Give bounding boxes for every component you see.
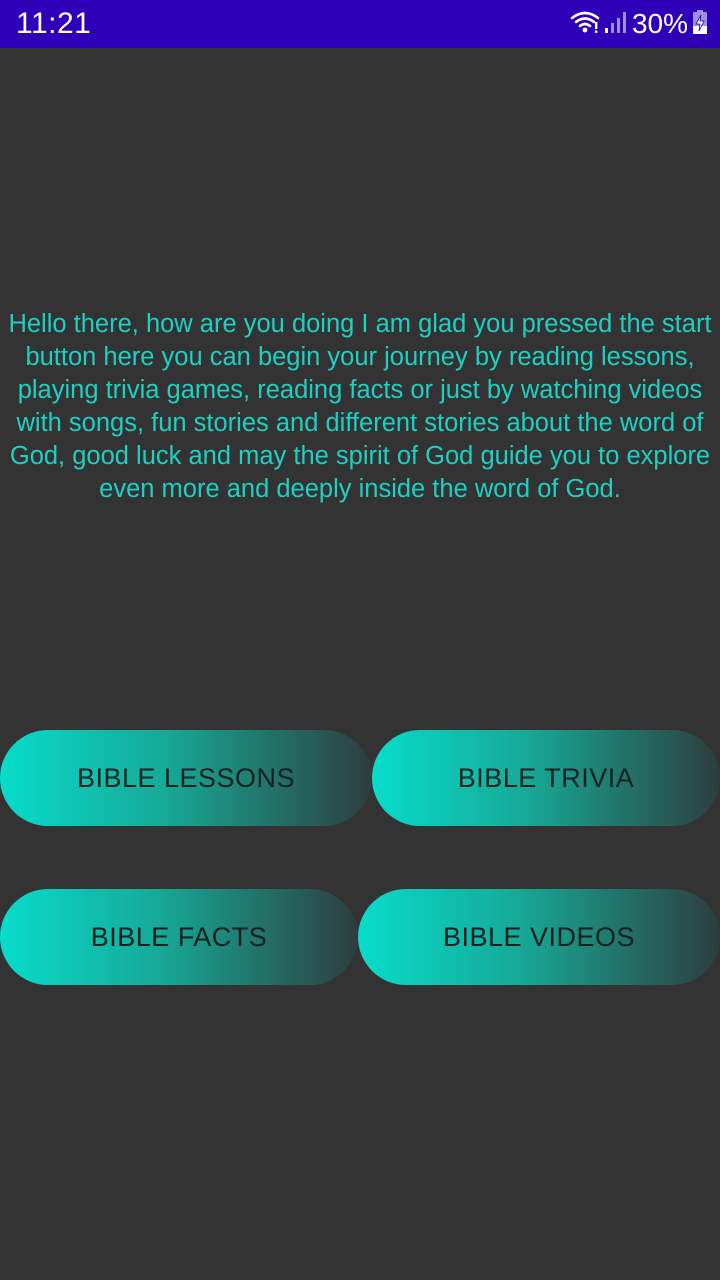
- intro-text: Hello there, how are you doing I am glad…: [8, 310, 712, 503]
- bible-trivia-button[interactable]: BIBLE TRIVIA: [372, 730, 720, 826]
- main-screen: 11:21 30% Hello there, how are you doing…: [0, 0, 720, 1280]
- signal-icon: [604, 9, 628, 40]
- bible-lessons-button[interactable]: BIBLE LESSONS: [0, 730, 372, 826]
- bible-facts-label: BIBLE FACTS: [90, 921, 268, 952]
- status-bar: 11:21 30%: [0, 0, 720, 48]
- status-time: 11:21: [16, 7, 92, 40]
- bible-facts-button[interactable]: BIBLE FACTS: [0, 889, 358, 985]
- bible-lessons-label: BIBLE LESSONS: [76, 762, 296, 793]
- status-icons: 30%: [570, 7, 708, 41]
- wifi-icon: [570, 9, 600, 40]
- bible-videos-button[interactable]: BIBLE VIDEOS: [358, 889, 720, 985]
- battery-percentage: 30%: [631, 8, 688, 39]
- bible-videos-label: BIBLE VIDEOS: [442, 921, 636, 952]
- bible-trivia-label: BIBLE TRIVIA: [457, 762, 635, 793]
- battery-charging-icon: [692, 9, 708, 40]
